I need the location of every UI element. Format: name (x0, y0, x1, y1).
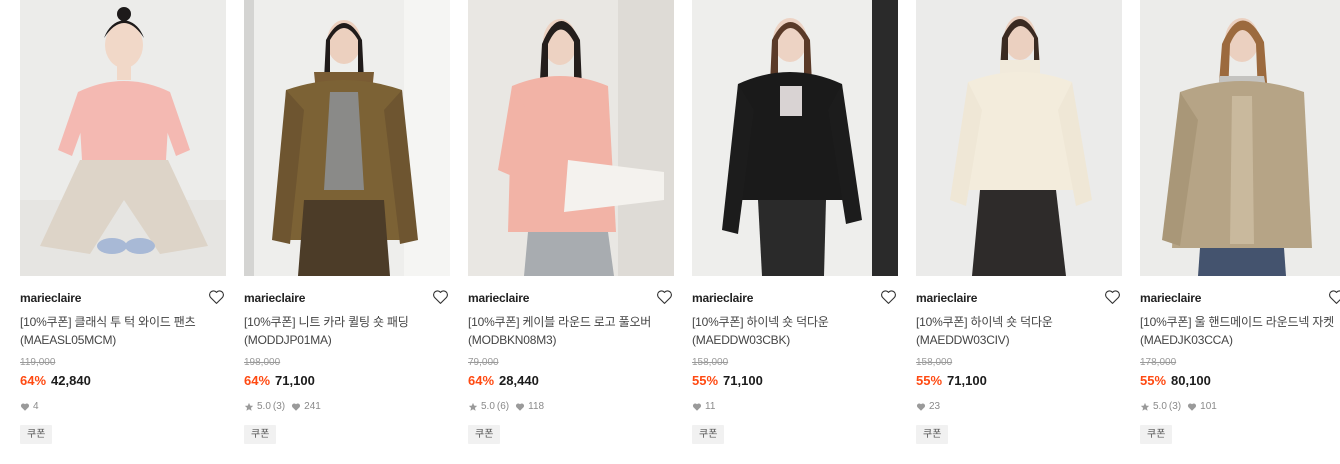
like-count: 101 (1200, 401, 1217, 412)
coupon-badge: 쿠폰 (692, 425, 725, 444)
product-card[interactable]: marieclaire [10%쿠폰] 케이블 라운드 로고 풀오버 (MODB… (468, 0, 674, 464)
original-price: 158,000 (916, 357, 953, 368)
sale-price: 71,100 (947, 373, 987, 388)
star-icon (1140, 402, 1150, 412)
coupon-badge: 쿠폰 (244, 425, 277, 444)
sale-price: 42,840 (51, 373, 91, 388)
heart-filled-icon (1187, 402, 1197, 412)
wishlist-heart-icon[interactable] (656, 289, 673, 305)
sale-price: 71,100 (275, 373, 315, 388)
like-count: 11 (705, 401, 716, 412)
sale-price: 80,100 (1171, 373, 1211, 388)
product-card[interactable]: marieclaire [10%쿠폰] 하이넥 숏 덕다운 (MAEDDW03C… (916, 0, 1122, 464)
rating-group: 5.0 (3) (244, 401, 285, 412)
heart-filled-icon (515, 402, 525, 412)
like-count: 118 (528, 401, 545, 412)
product-grid: marieclaire [10%쿠폰] 클래식 투 턱 와이드 팬츠 (MAEA… (0, 0, 1340, 464)
like-count-group: 23 (916, 401, 940, 412)
review-count: (6) (496, 401, 510, 412)
like-count-group: 241 (291, 401, 321, 412)
wishlist-heart-icon[interactable] (1104, 289, 1121, 305)
original-price: 79,000 (468, 357, 499, 368)
original-price: 158,000 (692, 357, 729, 368)
wishlist-heart-icon[interactable] (208, 289, 225, 305)
star-icon (244, 402, 254, 412)
rating: 5.0 (481, 401, 495, 412)
discount-rate: 64% (20, 373, 47, 388)
heart-filled-icon (692, 402, 702, 412)
wishlist-heart-icon[interactable] (880, 289, 897, 305)
heart-filled-icon (20, 402, 30, 412)
like-count: 23 (929, 401, 941, 412)
price-line: 64% 42,840 (20, 373, 91, 388)
discount-rate: 64% (244, 373, 271, 388)
review-count: (3) (272, 401, 286, 412)
discount-rate: 55% (692, 373, 719, 388)
price-line: 64% 71,100 (244, 373, 315, 388)
brand-name[interactable]: marieclaire (244, 291, 305, 305)
original-price: 119,000 (20, 357, 56, 368)
coupon-badge: 쿠폰 (468, 425, 501, 444)
like-count-group: 4 (20, 401, 39, 412)
product-meta: 4 (20, 401, 45, 412)
brand-name[interactable]: marieclaire (692, 291, 753, 305)
product-card[interactable]: marieclaire [10%쿠폰] 하이넥 숏 덕다운 (MAEDDW03C… (692, 0, 898, 464)
review-count: (3) (1168, 401, 1182, 412)
coupon-badge: 쿠폰 (1140, 425, 1173, 444)
sale-price: 28,440 (499, 373, 539, 388)
like-count-group: 101 (1187, 401, 1217, 412)
wishlist-heart-icon[interactable] (432, 289, 449, 305)
coupon-badge: 쿠폰 (916, 425, 949, 444)
rating: 5.0 (1153, 401, 1167, 412)
product-name[interactable]: [10%쿠폰] 클래식 투 턱 와이드 팬츠 (MAEASL05MCM) (20, 313, 220, 349)
product-meta: 11 (692, 401, 721, 412)
brand-name[interactable]: marieclaire (468, 291, 529, 305)
original-price: 178,000 (1140, 357, 1177, 368)
wishlist-heart-icon[interactable] (1328, 289, 1340, 305)
original-price: 198,000 (244, 357, 281, 368)
product-card[interactable]: marieclaire [10%쿠폰] 클래식 투 턱 와이드 팬츠 (MAEA… (20, 0, 226, 464)
product-image[interactable] (692, 0, 898, 276)
brand-name[interactable]: marieclaire (1140, 291, 1201, 305)
product-image[interactable] (20, 0, 226, 276)
product-image[interactable] (1140, 0, 1340, 276)
like-count: 4 (33, 401, 39, 412)
heart-filled-icon (916, 402, 926, 412)
product-name[interactable]: [10%쿠폰] 하이넥 숏 덕다운 (MAEDDW03CBK) (692, 313, 892, 349)
coupon-badge: 쿠폰 (20, 425, 53, 444)
product-name[interactable]: [10%쿠폰] 울 핸드메이드 라운드넥 자켓(MAEDJK03CCA) (1140, 313, 1340, 349)
product-name[interactable]: [10%쿠폰] 니트 카라 퀼팅 숏 패딩 (MODDJP01MA) (244, 313, 444, 349)
star-icon (468, 402, 478, 412)
like-count-group: 11 (692, 401, 715, 412)
like-count: 241 (304, 401, 321, 412)
price-line: 64% 28,440 (468, 373, 539, 388)
price-line: 55% 80,100 (1140, 373, 1211, 388)
product-meta: 23 (916, 401, 946, 412)
heart-filled-icon (291, 402, 301, 412)
price-line: 55% 71,100 (692, 373, 763, 388)
price-line: 55% 71,100 (916, 373, 987, 388)
product-image[interactable] (244, 0, 450, 276)
product-meta: 5.0 (3) 101 (1140, 401, 1223, 412)
product-card[interactable]: marieclaire [10%쿠폰] 니트 카라 퀼팅 숏 패딩 (MODDJ… (244, 0, 450, 464)
sale-price: 71,100 (723, 373, 763, 388)
discount-rate: 55% (1140, 373, 1167, 388)
product-meta: 5.0 (6) 118 (468, 401, 550, 412)
brand-name[interactable]: marieclaire (916, 291, 977, 305)
brand-name[interactable]: marieclaire (20, 291, 81, 305)
product-meta: 5.0 (3) 241 (244, 401, 327, 412)
discount-rate: 55% (916, 373, 943, 388)
rating-group: 5.0 (3) (1140, 401, 1181, 412)
product-image[interactable] (916, 0, 1122, 276)
rating: 5.0 (257, 401, 271, 412)
rating-group: 5.0 (6) (468, 401, 509, 412)
product-name[interactable]: [10%쿠폰] 케이블 라운드 로고 풀오버 (MODBKN08M3) (468, 313, 668, 349)
discount-rate: 64% (468, 373, 495, 388)
product-image[interactable] (468, 0, 674, 276)
product-card[interactable]: marieclaire [10%쿠폰] 울 핸드메이드 라운드넥 자켓(MAED… (1140, 0, 1340, 464)
like-count-group: 118 (515, 401, 544, 412)
product-name[interactable]: [10%쿠폰] 하이넥 숏 덕다운 (MAEDDW03CIV) (916, 313, 1116, 349)
